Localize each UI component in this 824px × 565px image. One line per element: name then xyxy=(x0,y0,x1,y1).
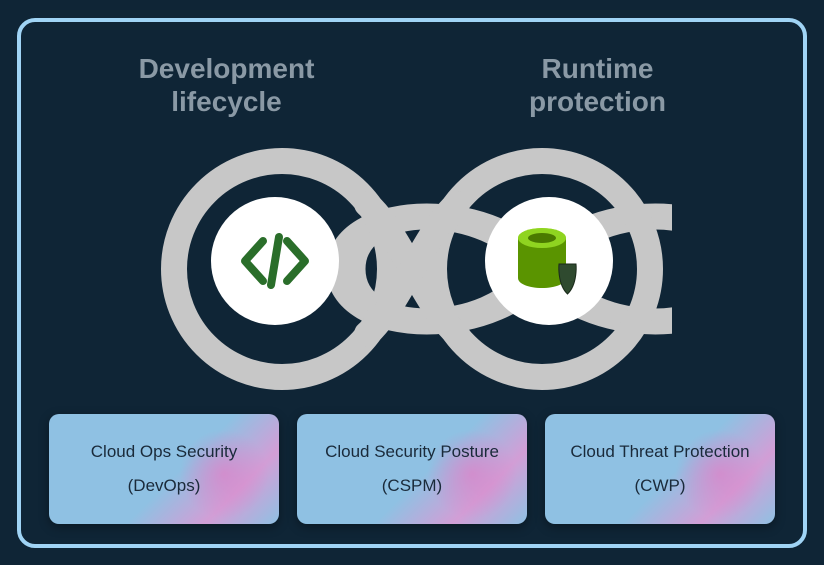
datastore-shield-icon xyxy=(504,216,594,306)
heading-runtime-protection: Runtimeprotection xyxy=(458,52,738,119)
card-title: Cloud Ops Security xyxy=(59,442,269,462)
card-cspm: Cloud Security Posture (CSPM) xyxy=(297,414,527,524)
card-subtitle: (DevOps) xyxy=(59,476,269,496)
card-title: Cloud Threat Protection xyxy=(555,442,765,462)
heading-development-lifecycle: Developmentlifecycle xyxy=(87,52,367,119)
card-subtitle: (CSPM) xyxy=(307,476,517,496)
headings-row: Developmentlifecycle Runtimeprotection xyxy=(41,52,783,119)
card-subtitle: (CWP) xyxy=(555,476,765,496)
runtime-protection-icon-circle xyxy=(485,197,613,325)
infinity-wrapper xyxy=(41,129,783,409)
diagram-frame: Developmentlifecycle Runtimeprotection xyxy=(17,18,807,548)
code-icon xyxy=(235,221,315,301)
card-devops: Cloud Ops Security (DevOps) xyxy=(49,414,279,524)
card-cwp: Cloud Threat Protection (CWP) xyxy=(545,414,775,524)
dev-lifecycle-icon-circle xyxy=(211,197,339,325)
cards-row: Cloud Ops Security (DevOps) Cloud Securi… xyxy=(41,414,783,524)
card-title: Cloud Security Posture xyxy=(307,442,517,462)
